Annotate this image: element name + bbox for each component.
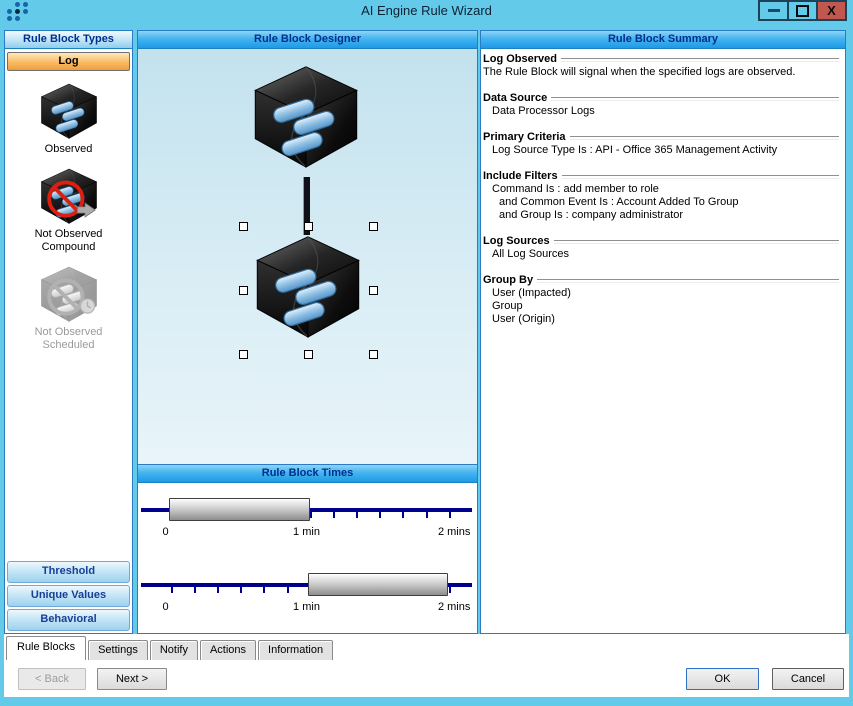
close-icon: X xyxy=(827,3,836,18)
log-not-observed-scheduled-cube-icon xyxy=(5,265,132,324)
slider-label: 2 mins xyxy=(438,601,470,613)
summary-section-log-sources: Log SourcesAll Log Sources xyxy=(483,235,839,261)
behavioral-category-button[interactable]: Behavioral xyxy=(7,609,130,631)
log-not-observed-compound-cube-icon xyxy=(5,167,132,226)
slider-label: 0 xyxy=(163,526,169,538)
slider-tick xyxy=(263,583,265,593)
rule-block-summary-panel: Rule Block Summary Log ObservedThe Rule … xyxy=(480,30,846,634)
rule-block-summary-header: Rule Block Summary xyxy=(481,31,845,49)
time-slider-1: 0 1 min 2 mins xyxy=(141,492,472,544)
selection-handle[interactable] xyxy=(239,222,248,231)
back-button[interactable]: < Back xyxy=(18,668,86,690)
slider-label: 1 min xyxy=(293,601,320,613)
slider-label: 2 mins xyxy=(438,526,470,538)
selection-handle[interactable] xyxy=(304,350,313,359)
rule-block-designer-panel: Rule Block Designer xyxy=(137,30,478,464)
rule-block-designer-header: Rule Block Designer xyxy=(138,31,477,49)
summary-line: and Common Event Is : Account Added To G… xyxy=(483,196,839,209)
wizard-tab-strip: Rule BlocksSettingsNotifyActionsInformat… xyxy=(6,636,335,660)
slider-tick xyxy=(426,508,428,518)
rule-block-types-panel: Rule Block Types Log xyxy=(4,30,133,634)
slider-tick xyxy=(194,583,196,593)
designer-canvas[interactable] xyxy=(138,49,477,464)
slider-label: 0 xyxy=(163,601,169,613)
selection-handle[interactable] xyxy=(369,222,378,231)
summary-line: User (Origin) xyxy=(483,313,839,326)
tab-actions[interactable]: Actions xyxy=(200,640,256,660)
slider-label: 1 min xyxy=(293,526,320,538)
summary-section-log-observed: Log ObservedThe Rule Block will signal w… xyxy=(483,53,839,79)
summary-section-group-by: Group ByUser (Impacted)GroupUser (Origin… xyxy=(483,274,839,326)
summary-section-data-source: Data SourceData Processor Logs xyxy=(483,92,839,118)
next-button[interactable]: Next > xyxy=(97,668,167,690)
minimize-icon xyxy=(768,9,780,12)
minimize-button[interactable] xyxy=(758,0,789,21)
slider-tick xyxy=(171,583,173,593)
slider-tick xyxy=(449,583,451,593)
summary-section-title: Log Sources xyxy=(483,235,839,248)
summary-line: The Rule Block will signal when the spec… xyxy=(483,66,839,79)
rule-block-observed-cube[interactable] xyxy=(247,63,365,172)
selection-handle[interactable] xyxy=(304,222,313,231)
slider-tick xyxy=(402,508,404,518)
summary-section-title: Primary Criteria xyxy=(483,131,839,144)
rule-block-type-label: Observed xyxy=(5,143,132,156)
selection-handle[interactable] xyxy=(239,286,248,295)
selection-handle[interactable] xyxy=(369,286,378,295)
tab-information[interactable]: Information xyxy=(258,640,333,660)
ok-button[interactable]: OK xyxy=(686,668,759,690)
summary-line: and Group Is : company administrator xyxy=(483,209,839,222)
summary-section-primary-criteria: Primary CriteriaLog Source Type Is : API… xyxy=(483,131,839,157)
slider-range-bar[interactable] xyxy=(169,498,310,521)
rule-block-times-header: Rule Block Times xyxy=(138,465,477,483)
slider-range-bar[interactable] xyxy=(308,573,447,596)
summary-line: All Log Sources xyxy=(483,248,839,261)
window-title: AI Engine Rule Wizard xyxy=(0,0,853,22)
threshold-category-button[interactable]: Threshold xyxy=(7,561,130,583)
summary-line: Command Is : add member to role xyxy=(483,183,839,196)
slider-tick xyxy=(449,508,451,518)
slider-tick xyxy=(240,583,242,593)
tab-notify[interactable]: Notify xyxy=(150,640,198,660)
rule-block-type-compound[interactable]: Not Observed Compound xyxy=(5,167,132,254)
summary-section-title: Data Source xyxy=(483,92,839,105)
selection-handle[interactable] xyxy=(239,350,248,359)
slider-tick xyxy=(379,508,381,518)
slider-tick xyxy=(356,508,358,518)
maximize-icon xyxy=(796,5,809,17)
summary-line: User (Impacted) xyxy=(483,287,839,300)
summary-section-include-filters: Include FiltersCommand Is : add member t… xyxy=(483,170,839,222)
time-slider-2: 0 1 min 2 mins xyxy=(141,567,472,619)
title-bar: AI Engine Rule Wizard X xyxy=(0,0,853,22)
rule-block-type-scheduled: Not Observed Scheduled xyxy=(5,265,132,352)
log-category-button[interactable]: Log xyxy=(7,52,130,71)
rule-block-times-panel: Rule Block Times 0 1 min 2 mins 0 1 min 2 mi… xyxy=(137,464,478,634)
ai-engine-rule-wizard-window: AI Engine Rule Wizard X Rule Block Types… xyxy=(0,0,853,706)
tab-rule-blocks[interactable]: Rule Blocks xyxy=(6,636,86,660)
rule-block-type-label: Not Observed Compound xyxy=(5,228,132,254)
close-button[interactable]: X xyxy=(816,0,847,21)
maximize-button[interactable] xyxy=(787,0,818,21)
summary-line: Data Processor Logs xyxy=(483,105,839,118)
app-icon xyxy=(7,2,33,21)
slider-tick xyxy=(310,508,312,518)
summary-section-title: Group By xyxy=(483,274,839,287)
summary-line: Group xyxy=(483,300,839,313)
rule-block-observed-cube-selected[interactable] xyxy=(249,233,367,342)
unique-values-category-button[interactable]: Unique Values xyxy=(7,585,130,607)
summary-section-title: Include Filters xyxy=(483,170,839,183)
slider-tick xyxy=(217,583,219,593)
rule-block-type-label: Not Observed Scheduled xyxy=(5,326,132,352)
log-observed-cube-icon xyxy=(5,82,132,141)
rule-block-types-header: Rule Block Types xyxy=(5,31,132,49)
summary-section-title: Log Observed xyxy=(483,53,839,66)
slider-tick xyxy=(333,508,335,518)
rule-block-type-observed[interactable]: Observed xyxy=(5,82,132,156)
selection-handle[interactable] xyxy=(369,350,378,359)
summary-line: Log Source Type Is : API - Office 365 Ma… xyxy=(483,144,839,157)
cancel-button[interactable]: Cancel xyxy=(772,668,844,690)
tab-settings[interactable]: Settings xyxy=(88,640,148,660)
slider-tick xyxy=(287,583,289,593)
